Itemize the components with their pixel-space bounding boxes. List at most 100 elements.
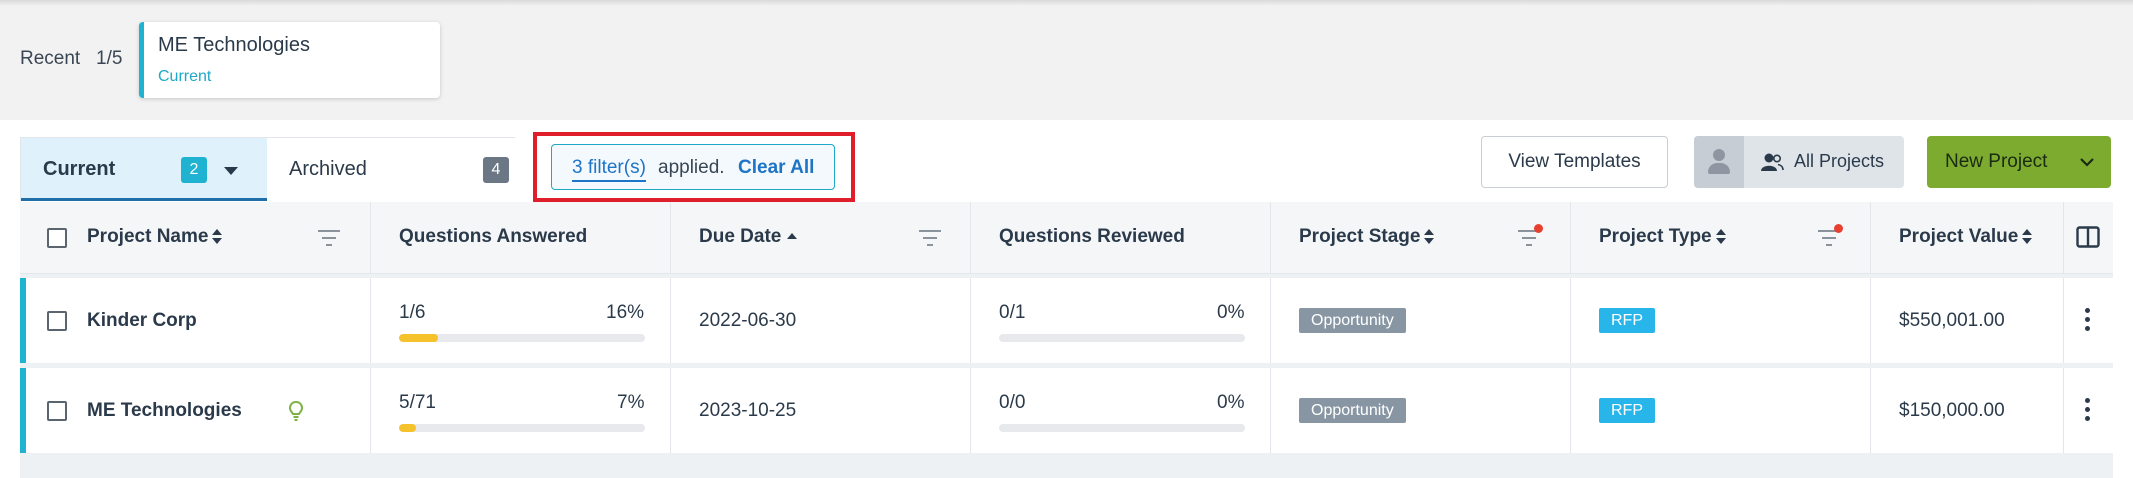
column-project-name-label: Project Name: [87, 226, 209, 247]
column-questions-reviewed: Questions Reviewed: [971, 202, 1271, 274]
recent-bar: Recent 1/5 ME Technologies Current: [0, 0, 2133, 120]
view-templates-button[interactable]: View Templates: [1481, 136, 1668, 188]
sort-project-value[interactable]: Project Value: [1899, 226, 2033, 248]
projects-panel: Current 2 Archived 4 3 filter(s) applied…: [0, 120, 2133, 478]
filter-applied-text: applied.: [658, 157, 725, 178]
chevron-down-icon[interactable]: [224, 167, 238, 175]
column-due-date-label: Due Date: [699, 226, 782, 247]
active-filter-dot: [1834, 224, 1843, 233]
sort-icon[interactable]: [1715, 228, 1726, 245]
reviewed-count: 0/1: [999, 302, 1026, 323]
table-row[interactable]: Kinder Corp 1/6 16% 2022-06-30 0/1 0% Op…: [20, 278, 2113, 363]
row-checkbox[interactable]: [47, 311, 67, 331]
clear-all-button[interactable]: Clear All: [738, 157, 814, 179]
answered-progress-fill: [399, 334, 439, 342]
cell-project-type: RFP: [1571, 278, 1871, 363]
cell-project-stage: Opportunity: [1271, 368, 1571, 453]
column-project-value-label: Project Value: [1899, 226, 2019, 247]
tab-current-label: Current: [43, 158, 116, 180]
answered-progress-bar: [399, 424, 645, 432]
sort-ascending-icon[interactable]: [787, 232, 798, 241]
column-questions-answered: Questions Answered: [371, 202, 671, 274]
columns-layout-icon[interactable]: [2076, 226, 2100, 248]
tab-current-badge: 2: [181, 157, 207, 183]
due-date: 2022-06-30: [699, 310, 797, 331]
sort-icon[interactable]: [2022, 228, 2033, 245]
reviewed-count: 0/0: [999, 392, 1026, 413]
answered-progress-bar: [399, 334, 645, 342]
avatar: [1694, 136, 1744, 188]
answered-percent: 16%: [606, 302, 645, 323]
users-icon: [1761, 153, 1784, 171]
recent-label: Recent: [20, 48, 81, 69]
sort-icon[interactable]: [1424, 228, 1435, 245]
answered-progress-fill: [399, 424, 417, 432]
cell-project-stage: Opportunity: [1271, 278, 1571, 363]
all-projects-button[interactable]: All Projects: [1694, 136, 1904, 188]
projects-table: Project Name Questions Answered Due Date…: [20, 202, 2113, 478]
new-project-label: New Project: [1945, 151, 2048, 172]
column-project-value: Project Value: [1871, 202, 2064, 274]
tab-archived[interactable]: Archived 4: [267, 138, 515, 201]
due-date: 2023-10-25: [699, 400, 797, 421]
cell-row-actions: [2064, 278, 2113, 363]
lightbulb-icon[interactable]: [288, 400, 304, 422]
all-projects-label: All Projects: [1794, 151, 1885, 171]
answered-count: 5/71: [399, 392, 436, 413]
chevron-down-icon[interactable]: [2079, 156, 2095, 168]
type-tag: RFP: [1599, 398, 1655, 423]
reviewed-progress-bar: [999, 334, 1245, 342]
column-questions-answered-label: Questions Answered: [399, 226, 588, 247]
new-project-button[interactable]: New Project: [1927, 136, 2111, 188]
table-row[interactable]: ME Technologies 5/71 7% 2023-10-25 0/0 0…: [20, 368, 2113, 453]
column-questions-reviewed-label: Questions Reviewed: [999, 226, 1185, 247]
cell-due-date: 2023-10-25: [671, 368, 971, 453]
tab-archived-label: Archived: [289, 158, 367, 180]
project-value: $550,001.00: [1899, 310, 2005, 331]
project-tabs: Current 2 Archived 4: [20, 137, 515, 201]
more-options-icon[interactable]: [2085, 308, 2090, 335]
column-project-stage: Project Stage: [1271, 202, 1571, 274]
cell-row-actions: [2064, 368, 2113, 453]
recent-project-card[interactable]: ME Technologies Current: [139, 22, 440, 98]
tab-current[interactable]: Current 2: [21, 138, 267, 201]
recent-card-name: ME Technologies: [158, 34, 310, 56]
reviewed-percent: 0%: [1217, 392, 1245, 413]
answered-percent: 7%: [617, 392, 645, 413]
select-all-checkbox[interactable]: [47, 228, 67, 248]
project-value: $150,000.00: [1899, 400, 2005, 421]
sort-project-stage[interactable]: Project Stage: [1299, 226, 1435, 248]
more-options-icon[interactable]: [2085, 398, 2090, 425]
project-name[interactable]: ME Technologies: [87, 400, 242, 422]
column-project-type-label: Project Type: [1599, 226, 1712, 247]
cell-questions-reviewed: 0/1 0%: [971, 278, 1271, 363]
filter-icon[interactable]: [918, 229, 942, 247]
reviewed-percent: 0%: [1217, 302, 1245, 323]
column-due-date: Due Date: [671, 202, 971, 274]
stage-tag: Opportunity: [1299, 398, 1406, 423]
sort-icon[interactable]: [212, 228, 223, 245]
stage-tag: Opportunity: [1299, 308, 1406, 333]
cell-project-value: $150,000.00: [1871, 368, 2064, 453]
filter-icon[interactable]: [317, 229, 341, 247]
type-tag: RFP: [1599, 308, 1655, 333]
project-name[interactable]: Kinder Corp: [87, 310, 197, 332]
filter-count-link[interactable]: 3 filter(s): [572, 157, 646, 182]
table-header: Project Name Questions Answered Due Date…: [20, 202, 2113, 274]
cell-project-name: ME Technologies: [26, 368, 371, 453]
column-project-type: Project Type: [1571, 202, 1871, 274]
cell-questions-reviewed: 0/0 0%: [971, 368, 1271, 453]
cell-project-name: Kinder Corp: [26, 278, 371, 363]
column-project-stage-label: Project Stage: [1299, 226, 1421, 247]
filter-summary: 3 filter(s) applied. Clear All: [551, 144, 835, 190]
sort-project-name[interactable]: Project Name: [87, 226, 223, 248]
cell-due-date: 2022-06-30: [671, 278, 971, 363]
recent-card-status: Current: [158, 68, 212, 85]
sort-due-date[interactable]: Due Date: [699, 226, 798, 248]
cell-project-type: RFP: [1571, 368, 1871, 453]
answered-count: 1/6: [399, 302, 426, 323]
sort-project-type[interactable]: Project Type: [1599, 226, 1726, 248]
tab-archived-badge: 4: [483, 157, 509, 183]
cell-questions-answered: 1/6 16%: [371, 278, 671, 363]
row-checkbox[interactable]: [47, 401, 67, 421]
